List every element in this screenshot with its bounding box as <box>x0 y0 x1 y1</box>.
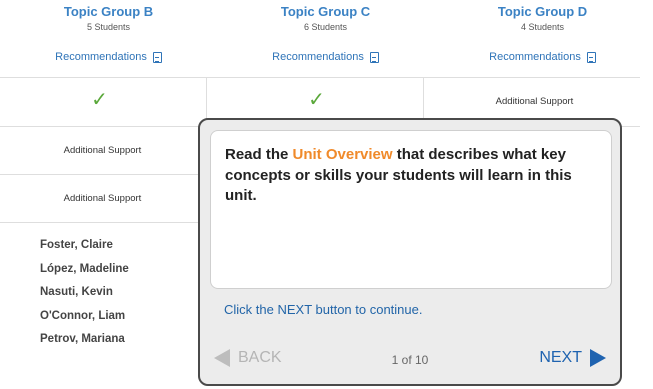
next-arrow-icon <box>590 349 606 367</box>
next-button[interactable]: NEXT <box>539 349 606 367</box>
recommendations-label: Recommendations <box>489 51 581 63</box>
column-topic-group-b: Topic Group B 5 Students Recommendations <box>0 0 217 77</box>
additional-support-label: Additional Support <box>63 145 142 156</box>
student-name: Petrov, Mariana <box>40 333 125 345</box>
student-count: 5 Students <box>86 22 131 32</box>
student-name: López, Madeline <box>40 262 129 275</box>
next-label: NEXT <box>539 349 582 366</box>
document-icon <box>586 51 596 63</box>
student-count: 6 Students <box>303 22 348 32</box>
row-divider <box>0 222 200 223</box>
student-count: 4 Students <box>520 22 565 32</box>
recommendations-link[interactable]: Recommendations <box>0 51 217 63</box>
recommendations-label: Recommendations <box>272 51 364 63</box>
group-header: Topic Group D 4 Students Recommendations <box>434 0 651 77</box>
checkmark-icon: ✓ <box>308 89 325 111</box>
row-divider <box>0 77 640 78</box>
recommendations-link[interactable]: Recommendations <box>434 51 651 63</box>
additional-support-label: Additional Support <box>495 96 574 107</box>
group-header: Topic Group C 6 Students Recommendations <box>217 0 434 77</box>
recommendations-label: Recommendations <box>55 51 147 63</box>
student-list: Foster, Claire López, Madeline Nasuti, K… <box>40 238 129 356</box>
message-text: Read the <box>225 146 293 163</box>
group-title: Topic Group B <box>63 4 154 19</box>
student-name: Foster, Claire <box>40 239 113 251</box>
recommendations-link[interactable]: Recommendations <box>217 51 434 63</box>
group-title: Topic Group D <box>497 4 588 19</box>
student-name: Nasuti, Kevin <box>40 286 113 298</box>
popover-message-box: Read the Unit Overview that describes wh… <box>210 130 612 289</box>
group-header: Topic Group B 5 Students Recommendations <box>0 0 217 77</box>
unit-overview-highlight: Unit Overview <box>292 146 393 163</box>
row-divider <box>0 174 200 175</box>
column-topic-group-c: Topic Group C 6 Students Recommendations <box>217 0 434 77</box>
additional-support-label: Additional Support <box>63 193 142 204</box>
group-title: Topic Group C <box>280 4 371 19</box>
column-topic-group-d: Topic Group D 4 Students Recommendations <box>434 0 651 77</box>
next-hint: Click the NEXT button to continue. <box>224 302 423 317</box>
document-icon <box>369 51 379 63</box>
tutorial-popover: Read the Unit Overview that describes wh… <box>198 118 622 386</box>
popover-message: Read the Unit Overview that describes wh… <box>225 145 605 207</box>
document-icon <box>152 51 162 63</box>
student-name: O'Connor, Liam <box>40 309 126 322</box>
checkmark-icon: ✓ <box>91 89 108 111</box>
